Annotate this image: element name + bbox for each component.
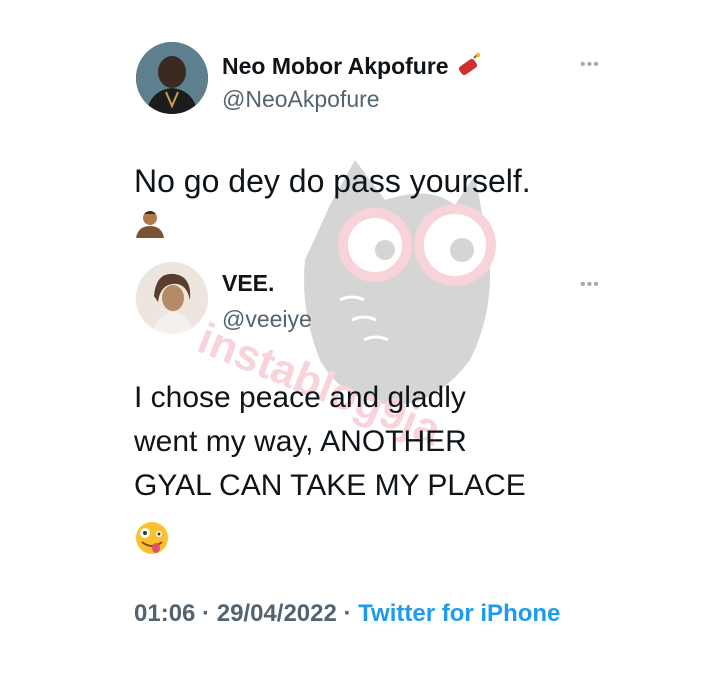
person-shrugging-emoji [136, 211, 164, 238]
tweet-time[interactable]: 01:06 [134, 600, 195, 627]
author-avatar[interactable] [136, 42, 208, 114]
author-handle[interactable]: @NeoAkpofure [222, 86, 380, 113]
tweet-card: instablog9ja Neo Mobor Akpofure @NeoAkpo… [0, 0, 720, 687]
quoted-author-avatar[interactable] [136, 262, 208, 334]
meta-separator: · [195, 600, 217, 627]
tweet-metadata: 01:06 · 29/04/2022 · Twitter for iPhone [134, 597, 564, 631]
quoted-text-line: GYAL CAN TAKE MY PLACE [134, 469, 526, 502]
quoted-author-name[interactable]: VEE. [222, 270, 274, 297]
quoted-text-line: I chose peace and gladly [134, 381, 466, 414]
quoted-more-horizontal-icon[interactable]: ••• [580, 276, 600, 294]
quoted-text-line: went my way, ANOTHER [134, 425, 467, 458]
tweet-text: No go dey do pass yourself. [134, 163, 531, 199]
meta-separator: · [336, 600, 359, 627]
quoted-tweet-text: I chose peace and gladly went my way, AN… [134, 376, 526, 508]
author-name[interactable]: Neo Mobor Akpofure [222, 52, 481, 80]
tweet-date[interactable]: 29/04/2022 [217, 600, 337, 627]
more-horizontal-icon[interactable]: ••• [580, 56, 600, 74]
tweet-source-link[interactable]: Twitter for iPhone [358, 600, 560, 627]
firecracker-emoji [458, 53, 480, 76]
zany-face-emoji [136, 522, 168, 554]
quoted-author-handle[interactable]: @veeiye [222, 306, 312, 333]
